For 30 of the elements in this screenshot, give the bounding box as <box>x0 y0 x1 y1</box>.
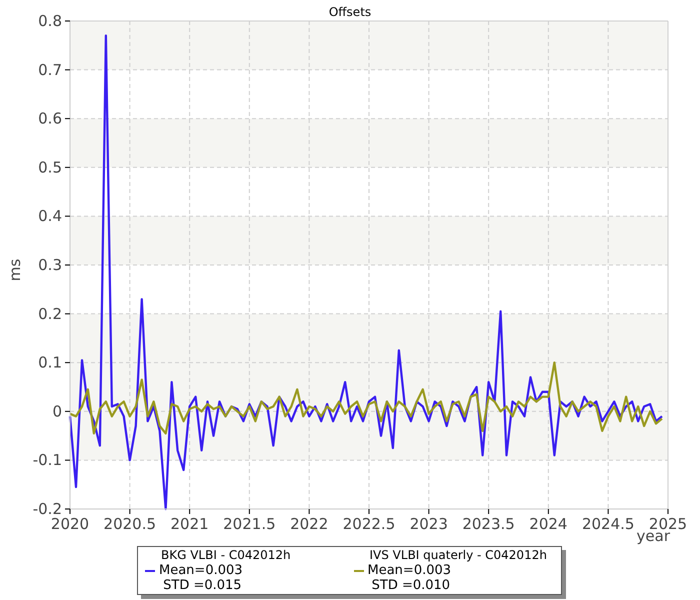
tick-label: 2023.5 <box>462 515 515 533</box>
tick-label: 2022.5 <box>342 515 396 533</box>
tick-label: -0.2 <box>32 500 62 518</box>
tick-label: 0.2 <box>38 304 62 323</box>
tick-label: 2024.5 <box>582 515 634 533</box>
tick-label: 0.3 <box>38 256 62 274</box>
tick-label: 0 <box>52 402 62 420</box>
tick-label: 2024 <box>529 515 568 533</box>
tick-label: 0.6 <box>38 110 62 128</box>
legend-label: BKG VLBI - C042012h <box>160 548 292 563</box>
tick-label: -0.1 <box>32 451 62 470</box>
tick-label: 0.7 <box>38 60 62 79</box>
tick-label: 0.8 <box>38 12 62 30</box>
tick-label: 2025 <box>648 515 688 533</box>
tick-label: 2023 <box>410 515 448 533</box>
legend-label: STD =0.015 <box>162 578 243 593</box>
tick-label: 2020 <box>50 515 90 533</box>
chart-title: Offsets <box>328 5 372 19</box>
legend-label: Mean=0.003 <box>159 563 243 578</box>
tick-label: 2021 <box>170 515 209 533</box>
tick-label: 2022 <box>290 515 328 533</box>
legend-label: STD =0.010 <box>370 578 452 593</box>
tick-label: 0.4 <box>38 207 62 226</box>
tick-label: 0.5 <box>38 158 62 176</box>
tick-label: 0.1 <box>38 354 62 372</box>
tick-label: 2021.5 <box>223 515 276 533</box>
legend-label: IVS VLBI quaterly - C042012h <box>368 548 548 563</box>
axis-title: ms <box>6 258 24 282</box>
legend-label: Mean=0.003 <box>368 563 452 578</box>
tick-label: 2020.5 <box>104 515 156 533</box>
